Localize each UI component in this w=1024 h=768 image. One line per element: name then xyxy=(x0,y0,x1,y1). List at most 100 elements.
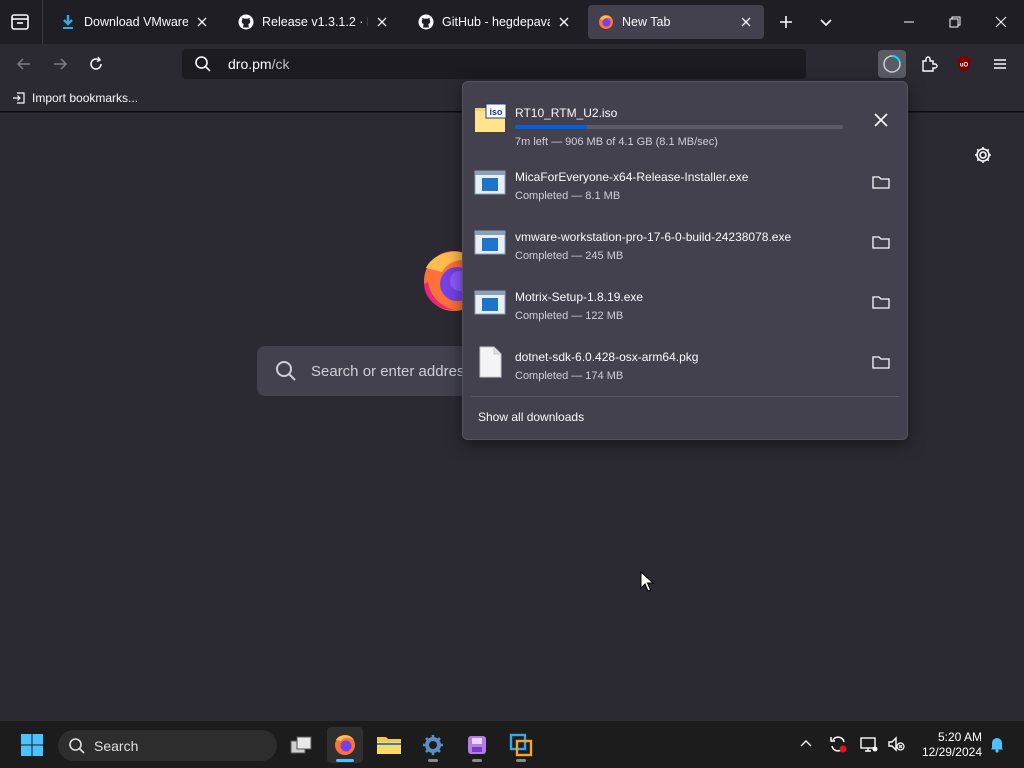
network-icon xyxy=(860,737,878,752)
taskbar-clock[interactable]: 5:20 AM 12/29/2024 xyxy=(912,730,982,760)
app-menu-button[interactable] xyxy=(988,52,1012,76)
reload-button[interactable] xyxy=(84,52,108,76)
taskbar-search[interactable]: Search xyxy=(58,730,277,761)
close-tab-icon[interactable] xyxy=(194,14,210,30)
download-status: Completed — 245 MB xyxy=(515,250,624,262)
exe-file-icon xyxy=(474,230,506,255)
close-tab-icon[interactable] xyxy=(556,14,572,30)
downloads-panel: iso RT10_RTM_U2.iso 7m left — 906 MB of … xyxy=(462,81,908,440)
close-tab-icon[interactable] xyxy=(374,14,390,30)
speaker-muted-icon xyxy=(888,736,905,752)
download-progress-icon xyxy=(883,55,901,73)
ublock-origin-button[interactable]: uO xyxy=(952,52,976,76)
extensions-button[interactable] xyxy=(917,52,941,76)
running-indicator xyxy=(472,759,482,762)
minimize-button[interactable] xyxy=(897,10,921,34)
windows-logo-icon xyxy=(21,734,43,756)
download-filename: RT10_RTM_U2.iso xyxy=(515,106,618,120)
vmware-download-icon xyxy=(63,15,73,29)
download-item[interactable]: iso RT10_RTM_U2.iso 7m left — 906 MB of … xyxy=(463,90,907,150)
url-path: /ck xyxy=(271,56,290,72)
download-item[interactable]: MicaForEveryone-x64-Release-Installer.ex… xyxy=(463,154,907,214)
task-view-icon xyxy=(290,736,312,754)
restore-icon xyxy=(949,16,961,28)
sync-icon xyxy=(830,736,847,753)
restore-button[interactable] xyxy=(943,10,967,34)
firefox-view-button[interactable] xyxy=(8,11,32,33)
taskbar-file-explorer[interactable] xyxy=(371,727,407,763)
tab-github-hegdepavank[interactable]: GitHub - hegdepavank xyxy=(408,5,582,39)
folder-icon xyxy=(872,236,890,249)
tab-vmware-download[interactable]: Download VMware Wo xyxy=(50,5,220,39)
firefox-view-icon xyxy=(11,14,29,30)
start-button[interactable] xyxy=(14,727,50,763)
download-filename: vmware-workstation-pro-17-6-0-build-2423… xyxy=(515,230,792,244)
taskbar-app-purple[interactable] xyxy=(459,727,495,763)
chevron-down-icon xyxy=(820,19,832,27)
notifications-button[interactable] xyxy=(986,733,1008,755)
newtab-settings-button[interactable] xyxy=(972,144,994,166)
downloads-button[interactable] xyxy=(878,50,906,78)
tray-sync[interactable] xyxy=(827,733,849,755)
show-in-folder-button[interactable] xyxy=(869,290,893,314)
floppy-disk-icon xyxy=(468,736,486,754)
tray-network[interactable] xyxy=(858,733,880,755)
download-item[interactable]: dotnet-sdk-6.0.428-osx-arm64.pkg Complet… xyxy=(463,334,907,394)
firefox-icon xyxy=(335,735,355,755)
running-indicator xyxy=(336,759,354,762)
panel-divider xyxy=(471,396,899,397)
firefox-icon xyxy=(599,15,613,29)
search-icon xyxy=(69,737,85,754)
taskbar-vmware[interactable] xyxy=(503,727,539,763)
task-view-button[interactable] xyxy=(283,727,319,763)
mouse-cursor xyxy=(640,570,655,592)
download-status: Completed — 8.1 MB xyxy=(515,190,621,202)
close-icon xyxy=(995,16,1007,28)
github-icon xyxy=(418,14,434,30)
tab-micaforeveryone-release[interactable]: Release v1.3.1.2 · MicaF xyxy=(228,5,400,39)
show-hidden-icons-button[interactable] xyxy=(795,733,817,755)
close-icon xyxy=(874,113,888,127)
folder-icon xyxy=(872,356,890,369)
folder-icon xyxy=(872,176,890,189)
taskbar-search-label: Search xyxy=(94,737,139,754)
download-item[interactable]: Motrix-Setup-1.8.19.exe Completed — 122 … xyxy=(463,274,907,334)
tab-title: Release v1.3.1.2 · MicaF xyxy=(262,15,368,29)
show-in-folder-button[interactable] xyxy=(869,350,893,374)
new-tab-button[interactable] xyxy=(775,11,797,33)
bell-icon xyxy=(991,738,1003,753)
pointer-cursor-icon xyxy=(640,570,655,592)
show-in-folder-button[interactable] xyxy=(869,230,893,254)
download-item[interactable]: vmware-workstation-pro-17-6-0-build-2423… xyxy=(463,214,907,274)
tab-strip: Download VMware Wo Release v1.3.1.2 · Mi… xyxy=(0,0,1024,44)
download-status: Completed — 174 MB xyxy=(515,370,624,382)
puzzle-piece-icon xyxy=(922,56,938,72)
plus-icon xyxy=(780,16,792,28)
import-bookmarks-button[interactable]: Import bookmarks... xyxy=(12,91,138,105)
close-window-button[interactable] xyxy=(989,10,1013,34)
taskbar-firefox[interactable] xyxy=(327,727,363,763)
hamburger-menu-icon xyxy=(994,59,1006,69)
tab-new-tab[interactable]: New Tab xyxy=(588,5,764,39)
svg-text:iso: iso xyxy=(489,107,503,117)
tray-volume[interactable] xyxy=(885,733,907,755)
download-status: Completed — 122 MB xyxy=(515,310,624,322)
download-status: 7m left — 906 MB of 4.1 GB (8.1 MB/sec) xyxy=(515,136,718,148)
close-tab-icon[interactable] xyxy=(738,14,754,30)
address-bar[interactable]: dro.pm/ck xyxy=(182,49,806,79)
cancel-download-button[interactable] xyxy=(869,108,893,132)
search-icon xyxy=(276,361,296,381)
running-indicator xyxy=(516,759,526,762)
arrow-left-icon xyxy=(16,58,30,70)
settings-gear-icon xyxy=(423,735,443,755)
import-icon xyxy=(13,91,25,104)
show-in-folder-button[interactable] xyxy=(869,170,893,194)
show-all-downloads-button[interactable]: Show all downloads xyxy=(478,410,584,424)
import-bookmarks-label: Import bookmarks... xyxy=(32,90,139,105)
back-button[interactable] xyxy=(12,52,36,76)
list-all-tabs-button[interactable] xyxy=(815,11,837,33)
taskbar-settings[interactable] xyxy=(415,727,451,763)
reload-icon xyxy=(90,56,102,70)
arrow-right-icon xyxy=(54,58,68,70)
forward-button[interactable] xyxy=(48,52,72,76)
